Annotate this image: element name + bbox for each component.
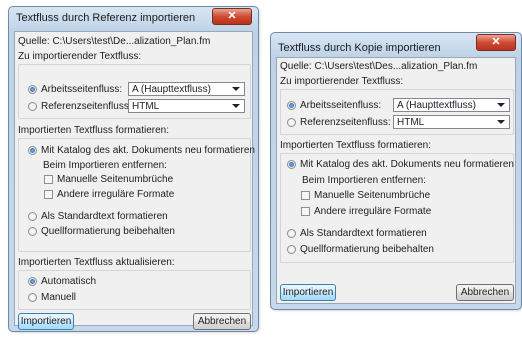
right-standard-radio[interactable]: [287, 229, 296, 238]
right-import-button[interactable]: Importieren: [280, 284, 336, 301]
left-other-formats-checkbox[interactable]: [44, 190, 53, 199]
right-main-flow-radio[interactable]: [287, 101, 296, 110]
left-format-label: Importierten Textfluss formatieren:: [18, 125, 169, 136]
left-standard-radio[interactable]: [28, 212, 37, 221]
right-remove-label: Beim Importieren entfernen:: [302, 175, 426, 186]
right-dialog-title: Textfluss durch Kopie importieren: [278, 42, 441, 54]
left-auto-option: Automatisch: [41, 276, 97, 287]
left-ref-flow-label: Referenzseitenfluss:: [41, 101, 132, 112]
left-main-flow-value: A (Haupttextfluss): [132, 84, 211, 95]
left-dialog-window: Textfluss durch Referenz importieren ✕ Q…: [8, 6, 259, 332]
right-main-flow-value: A (Haupttextfluss): [397, 100, 476, 111]
left-keep-option: Quellformatierung beibehalten: [41, 226, 175, 237]
left-ref-flow-radio[interactable]: [28, 102, 37, 111]
left-auto-radio[interactable]: [28, 277, 37, 286]
left-dialog-title: Textfluss durch Referenz importieren: [16, 12, 196, 24]
right-close-button[interactable]: ✕: [476, 34, 516, 51]
right-catalog-option: Mit Katalog des akt. Dokuments neu forma…: [300, 159, 514, 170]
right-main-flow-label: Arbeitsseitenfluss:: [300, 100, 382, 111]
left-catalog-radio[interactable]: [28, 146, 37, 155]
right-cancel-button[interactable]: Abbrechen: [456, 284, 514, 301]
left-ref-flow-select[interactable]: HTML: [128, 99, 245, 113]
right-main-flow-select[interactable]: A (Haupttextfluss): [393, 98, 510, 112]
left-source-text: Quelle: C:\Users\test\De...alization_Pla…: [18, 36, 211, 47]
left-manual-breaks-label: Manuelle Seitenumbrüche: [57, 174, 174, 185]
right-dialog-window: Textfluss durch Kopie importieren ✕ Quel…: [270, 32, 522, 310]
chevron-down-icon: [232, 104, 240, 108]
right-keep-option: Quellformatierung beibehalten: [300, 244, 434, 255]
left-close-button[interactable]: ✕: [212, 8, 252, 25]
left-manual-option: Manuell: [41, 292, 77, 303]
left-keep-radio[interactable]: [28, 227, 37, 236]
right-ref-flow-radio[interactable]: [287, 118, 296, 127]
left-ref-flow-value: HTML: [132, 101, 160, 112]
right-ref-flow-select[interactable]: HTML: [393, 115, 510, 129]
left-catalog-option: Mit Katalog des akt. Dokuments neu forma…: [41, 145, 255, 156]
left-main-flow-select[interactable]: A (Haupttextfluss): [128, 82, 245, 96]
left-dialog-body: Quelle: C:\Users\test\De...alization_Pla…: [14, 31, 255, 330]
left-title-bar[interactable]: Textfluss durch Referenz importieren ✕: [9, 7, 258, 29]
left-manual-radio[interactable]: [28, 293, 37, 302]
chevron-down-icon: [497, 103, 505, 107]
right-dialog-body: Quelle: C:\Users\test\Des...alization_Pl…: [276, 57, 516, 304]
left-cancel-button[interactable]: Abbrechen: [193, 313, 251, 330]
right-ref-flow-label: Referenzseitenfluss:: [300, 117, 391, 128]
right-title-bar[interactable]: Textfluss durch Kopie importieren ✕: [271, 33, 521, 55]
chevron-down-icon: [232, 87, 240, 91]
right-standard-option: Als Standardtext formatieren: [300, 228, 427, 239]
left-update-label: Importierten Textfluss aktualisieren:: [18, 257, 175, 268]
right-import-flow-label: Zu importierender Textfluss:: [280, 76, 404, 87]
right-keep-radio[interactable]: [287, 245, 296, 254]
chevron-down-icon: [497, 120, 505, 124]
left-import-button[interactable]: Importieren: [18, 313, 74, 330]
right-manual-breaks-checkbox[interactable]: [301, 191, 310, 200]
left-manual-breaks-checkbox[interactable]: [44, 175, 53, 184]
left-main-flow-radio[interactable]: [28, 85, 37, 94]
right-catalog-radio[interactable]: [287, 160, 296, 169]
left-other-formats-label: Andere irreguläre Formate: [57, 189, 175, 200]
right-format-label: Importierten Textfluss formatieren:: [280, 140, 431, 151]
right-ref-flow-value: HTML: [397, 117, 425, 128]
right-manual-breaks-label: Manuelle Seitenumbrüche: [314, 190, 431, 201]
left-import-flow-label: Zu importierender Textfluss:: [18, 51, 142, 62]
right-other-formats-label: Andere irreguläre Formate: [314, 206, 432, 217]
right-other-formats-checkbox[interactable]: [301, 207, 310, 216]
left-standard-option: Als Standardtext formatieren: [41, 211, 168, 222]
left-main-flow-label: Arbeitsseitenfluss:: [41, 84, 123, 95]
right-source-text: Quelle: C:\Users\test\Des...alization_Pl…: [280, 61, 478, 72]
left-remove-label: Beim Importieren entfernen:: [43, 160, 167, 171]
